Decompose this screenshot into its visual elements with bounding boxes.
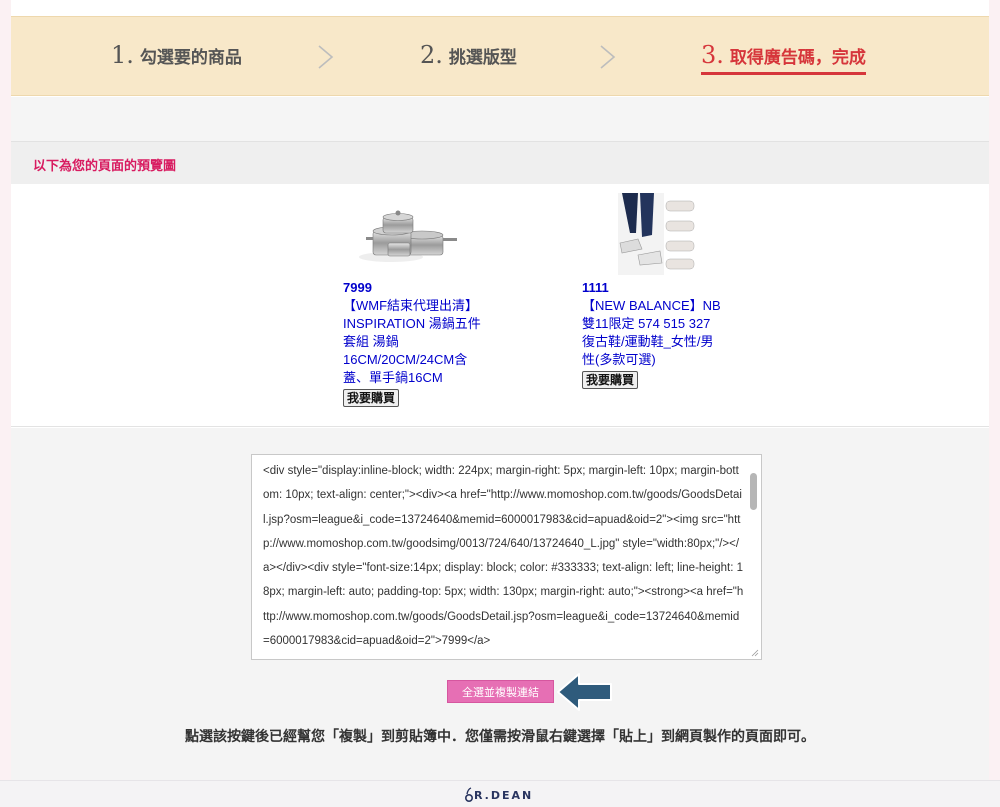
sneakers-image	[618, 193, 700, 275]
select-all-copy-button[interactable]: 全選並複製連結	[447, 680, 554, 703]
preview-header: 以下為您的頁面的預覽圖	[11, 141, 989, 184]
ad-code-textarea[interactable]: <div style="display:inline-block; width:…	[251, 454, 762, 660]
step-label: 取得廣告碼，完成	[729, 48, 866, 68]
chevron-right-icon	[318, 45, 334, 69]
chevron-right-icon	[600, 45, 616, 69]
ad-code-text[interactable]: <div style="display:inline-block; width:…	[263, 459, 745, 653]
page-frame: 1. 勾選要的商品 2. 挑選版型 3. 取得廣告碼，完成 以下為您的頁面的預覽…	[11, 0, 989, 780]
product-name-link[interactable]: 【NEW BALANCE】NB 雙11限定 574 515 327 復古鞋/運動…	[582, 297, 722, 369]
step-3-active: 3. 取得廣告碼，完成	[701, 41, 866, 75]
step-label: 勾選要的商品	[139, 48, 242, 68]
logo-text: R.DEAN	[474, 789, 534, 802]
step-1: 1. 勾選要的商品	[111, 41, 242, 75]
step-number: 1.	[111, 41, 134, 69]
step-label: 挑選版型	[448, 48, 517, 68]
footer-bar: R.DEAN	[0, 780, 1000, 807]
arrow-left-icon	[557, 673, 612, 711]
product-image-link[interactable]	[343, 193, 463, 275]
spacer-band	[11, 97, 989, 141]
product-card: 7999 【WMF結束代理出清】INSPIRATION 湯鍋五件套組 湯鍋16C…	[343, 193, 483, 407]
steps-bar: 1. 勾選要的商品 2. 挑選版型 3. 取得廣告碼，完成	[11, 16, 989, 96]
instruction-text: 點選該按鍵後已經幫您「複製」到剪貼簿中．您僅需按滑鼠右鍵選擇「貼上」到網頁製作的…	[185, 729, 815, 745]
cookware-set-image	[359, 210, 457, 262]
scrollbar-thumb[interactable]	[750, 473, 757, 510]
preview-title: 以下為您的頁面的預覽圖	[33, 159, 177, 174]
preview-area: 7999 【WMF結束代理出清】INSPIRATION 湯鍋五件套組 湯鍋16C…	[11, 184, 989, 427]
step-number: 3.	[701, 41, 724, 69]
buy-button[interactable]: 我要購買	[582, 371, 639, 389]
code-section: <div style="display:inline-block; width:…	[11, 428, 989, 780]
product-price[interactable]: 7999	[343, 279, 483, 297]
resize-grip-icon[interactable]	[750, 648, 759, 657]
product-image-link[interactable]	[582, 193, 702, 275]
product-name-link[interactable]: 【WMF結束代理出清】INSPIRATION 湯鍋五件套組 湯鍋16CM/20C…	[343, 297, 483, 387]
product-card: 1111 【NEW BALANCE】NB 雙11限定 574 515 327 復…	[582, 193, 722, 389]
buy-button[interactable]: 我要購買	[343, 389, 400, 407]
step-2: 2. 挑選版型	[420, 41, 517, 75]
step-number: 2.	[420, 41, 443, 69]
product-price[interactable]: 1111	[582, 279, 722, 297]
logo-mark-icon	[465, 787, 473, 802]
